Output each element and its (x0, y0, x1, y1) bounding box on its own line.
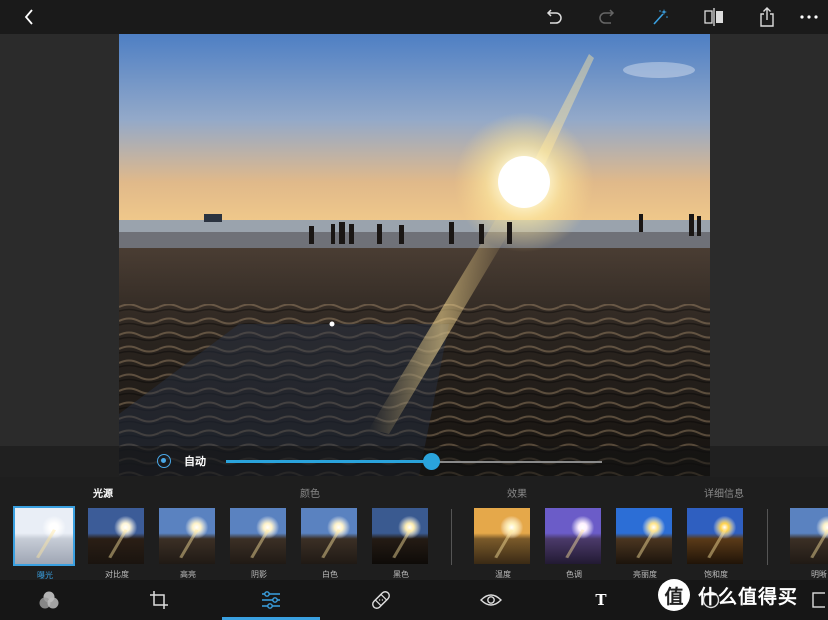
adjustment-thumb[interactable]: 温度 (473, 507, 533, 580)
thumb-label: 黑色 (393, 570, 409, 579)
slider-thumb[interactable] (422, 453, 440, 470)
exposure-slider-row: 自动 (0, 446, 828, 477)
adjustment-thumb[interactable]: 阴影 (229, 507, 289, 580)
slider-backdrop-right (710, 446, 828, 477)
share-icon (760, 7, 774, 27)
category-effects[interactable]: 效果 (507, 485, 527, 500)
adjustment-thumb[interactable]: 白色 (300, 507, 360, 580)
redo-icon (599, 9, 615, 24)
beach-sunset-photo (119, 34, 710, 476)
undo-button[interactable] (541, 0, 567, 34)
watermark: 值 什么值得买 (658, 575, 828, 615)
thumb-label: 对比度 (105, 570, 129, 579)
thumb-preview (473, 507, 531, 565)
thumb-label: 白色 (322, 570, 338, 579)
back-button[interactable] (16, 0, 42, 34)
category-details[interactable]: 详细信息 (704, 485, 744, 500)
more-icon (800, 15, 818, 19)
bandage-icon (372, 591, 390, 609)
magic-wand-icon (653, 9, 668, 25)
share-button[interactable] (754, 0, 780, 34)
adjust-button[interactable] (250, 580, 292, 620)
group-divider (451, 509, 452, 565)
back-icon (24, 9, 33, 25)
thumb-label: 色调 (566, 570, 582, 579)
adjust-icon (262, 591, 280, 609)
thumb-label: 阴影 (251, 570, 267, 579)
thumb-preview (615, 507, 673, 565)
slider-fill (226, 460, 431, 463)
thumb-preview (13, 506, 75, 566)
undo-icon (546, 9, 562, 24)
text-tool-button[interactable]: T (580, 580, 622, 620)
auto-radio-button[interactable] (157, 454, 171, 468)
redo-button[interactable] (594, 0, 620, 34)
compare-button[interactable] (700, 0, 728, 34)
thumb-preview (686, 507, 744, 565)
adjustment-thumbnails: 曝光对比度 高亮 阴影 白色 黑色 温度 色调 亮丽度 饱和度 明晰 (0, 506, 828, 581)
adjustment-thumb[interactable]: 曝光 (13, 506, 75, 581)
photo-editor: 自动 光源 颜色 效果 详细信息 曝光对比度 高亮 阴影 白色 黑色 温度 色调 亮丽度 饱和度… (0, 0, 828, 620)
thumb-preview (300, 507, 358, 565)
thumb-preview (229, 507, 287, 565)
adjustment-thumb[interactable]: 高亮 (158, 507, 218, 580)
adjustment-thumb[interactable]: 黑色 (371, 507, 431, 580)
thumb-preview (544, 507, 602, 565)
thumb-preview (789, 507, 828, 565)
adjustment-panel: 光源 颜色 效果 详细信息 曝光对比度 高亮 阴影 白色 黑色 温度 色调 亮丽度 饱和度 明晰 (0, 477, 828, 580)
category-color[interactable]: 颜色 (300, 485, 320, 500)
adjustment-thumb[interactable]: 色调 (544, 507, 604, 580)
thumb-preview (158, 507, 216, 565)
adjustment-thumb[interactable]: 对比度 (87, 507, 147, 580)
auto-fix-button[interactable] (647, 0, 673, 34)
more-button[interactable] (796, 0, 822, 34)
slider-backdrop-left (0, 446, 119, 477)
thumb-preview (87, 507, 145, 565)
eye-icon (480, 594, 502, 606)
filters-button[interactable] (28, 580, 70, 620)
thumb-label: 温度 (495, 570, 511, 579)
watermark-logo: 值 (658, 579, 690, 611)
filters-icon (39, 591, 59, 609)
adjustment-thumb[interactable]: 饱和度 (686, 507, 746, 580)
text-tool-icon: T (595, 591, 607, 609)
group-divider (767, 509, 768, 565)
photo-canvas[interactable] (119, 34, 710, 476)
thumb-preview (371, 507, 429, 565)
heal-button[interactable] (360, 580, 402, 620)
watermark-text: 什么值得买 (698, 585, 799, 608)
crop-button[interactable] (138, 580, 180, 620)
red-eye-button[interactable] (470, 580, 512, 620)
auto-label: 自动 (184, 455, 206, 468)
crop-icon (150, 591, 168, 609)
adjustment-thumb[interactable]: 亮丽度 (615, 507, 675, 580)
compare-icon (704, 8, 723, 26)
thumb-label: 高亮 (180, 570, 196, 579)
top-toolbar (0, 0, 828, 34)
adjustment-thumb[interactable]: 明晰 (789, 507, 828, 580)
category-light[interactable]: 光源 (93, 485, 113, 500)
